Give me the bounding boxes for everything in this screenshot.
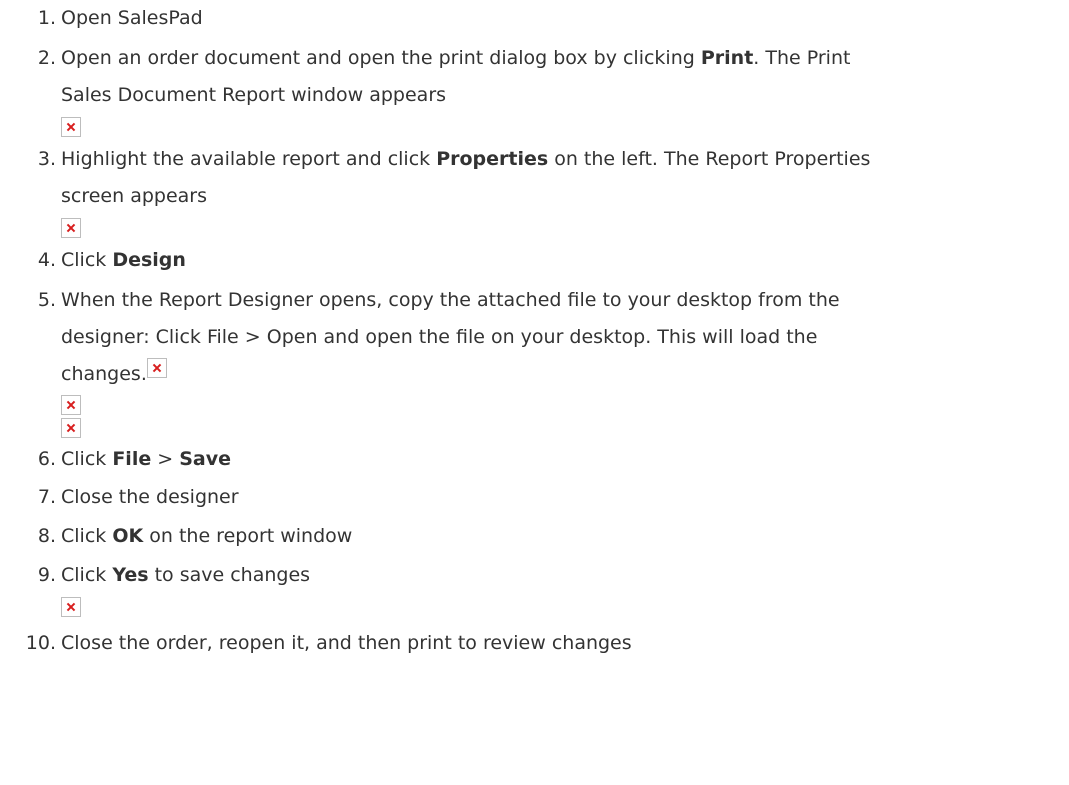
step-number: 7. — [37, 486, 56, 508]
broken-image-icon — [146, 358, 167, 378]
image-row — [61, 114, 1069, 139]
broken-image-icon — [61, 116, 81, 137]
step-5: 5. When the Report Designer opens, copy … — [0, 282, 1069, 439]
step-text: Click — [61, 525, 113, 547]
image-row — [61, 416, 1069, 439]
step-text: Close the order, reopen it, and then pri… — [61, 632, 632, 654]
broken-image-icon — [61, 596, 81, 617]
image-row — [61, 393, 1069, 416]
step-number: 2. — [37, 47, 56, 69]
step-text-line-3: changes. — [61, 356, 1069, 393]
step-text: on the report window — [143, 525, 353, 547]
broken-image-icon — [61, 417, 81, 438]
ok-button-label: OK — [112, 525, 144, 547]
step-text: Click — [61, 564, 113, 586]
step-text-line-1: Highlight the available report and click… — [61, 141, 1069, 178]
step-text: Click OK on the report window — [61, 518, 1069, 555]
step-text-line-2: designer: Click File > Open and open the… — [61, 326, 818, 348]
broken-image-icon — [61, 394, 81, 415]
step-text: . The Print — [753, 47, 851, 69]
step-text-line-1: When the Report Designer opens, copy the… — [61, 289, 840, 311]
step-text: Click — [61, 448, 113, 470]
step-number: 10. — [25, 632, 56, 654]
step-number: 8. — [37, 525, 56, 547]
step-8: 8. Click OK on the report window — [0, 518, 1069, 555]
step-number: 6. — [37, 448, 56, 470]
step-number: 1. — [37, 7, 56, 29]
step-text: changes. — [61, 363, 147, 385]
step-text: to save changes — [148, 564, 311, 586]
broken-image-icon — [61, 217, 81, 238]
step-9: 9. Click Yes to save changes — [0, 557, 1069, 627]
step-text: > — [151, 448, 180, 470]
step-7: 7. Close the designer — [0, 479, 1069, 516]
step-number: 9. — [37, 564, 56, 586]
step-text: Click Yes to save changes — [61, 557, 1069, 594]
step-text: Open SalesPad — [61, 7, 203, 29]
step-text-line-1: Open an order document and open the prin… — [61, 40, 1069, 77]
step-4: 4. Click Design — [0, 242, 1069, 279]
step-number: 3. — [37, 148, 56, 170]
step-number: 5. — [37, 289, 56, 311]
step-10: 10. Close the order, reopen it, and then… — [0, 625, 1069, 662]
step-text: Highlight the available report and click — [61, 148, 437, 170]
step-2: 2. Open an order document and open the p… — [0, 40, 1069, 139]
step-text-line-2: screen appears — [61, 185, 208, 207]
image-row — [61, 215, 1069, 240]
save-menu-label: Save — [179, 448, 231, 470]
properties-label: Properties — [436, 148, 549, 170]
step-3: 3. Highlight the available report and cl… — [0, 141, 1069, 240]
image-row — [61, 594, 1069, 627]
file-menu-label: File — [112, 448, 152, 470]
design-label: Design — [112, 249, 186, 271]
step-text: Open an order document and open the prin… — [61, 47, 701, 69]
step-text: Click — [61, 249, 113, 271]
print-button-label: Print — [700, 47, 754, 69]
step-6: 6. Click File > Save — [0, 441, 1069, 478]
step-text: Close the designer — [61, 486, 239, 508]
step-text: Click File > Save — [61, 441, 1069, 478]
step-1: 1. Open SalesPad — [0, 0, 1069, 37]
step-text: on the left. The Report Properties — [548, 148, 871, 170]
step-number: 4. — [37, 249, 56, 271]
instruction-steps-list: 1. Open SalesPad 2. Open an order docume… — [0, 0, 1069, 662]
yes-button-label: Yes — [112, 564, 149, 586]
step-text-line-2: Sales Document Report window appears — [61, 84, 447, 106]
step-text: Click Design — [61, 242, 1069, 279]
